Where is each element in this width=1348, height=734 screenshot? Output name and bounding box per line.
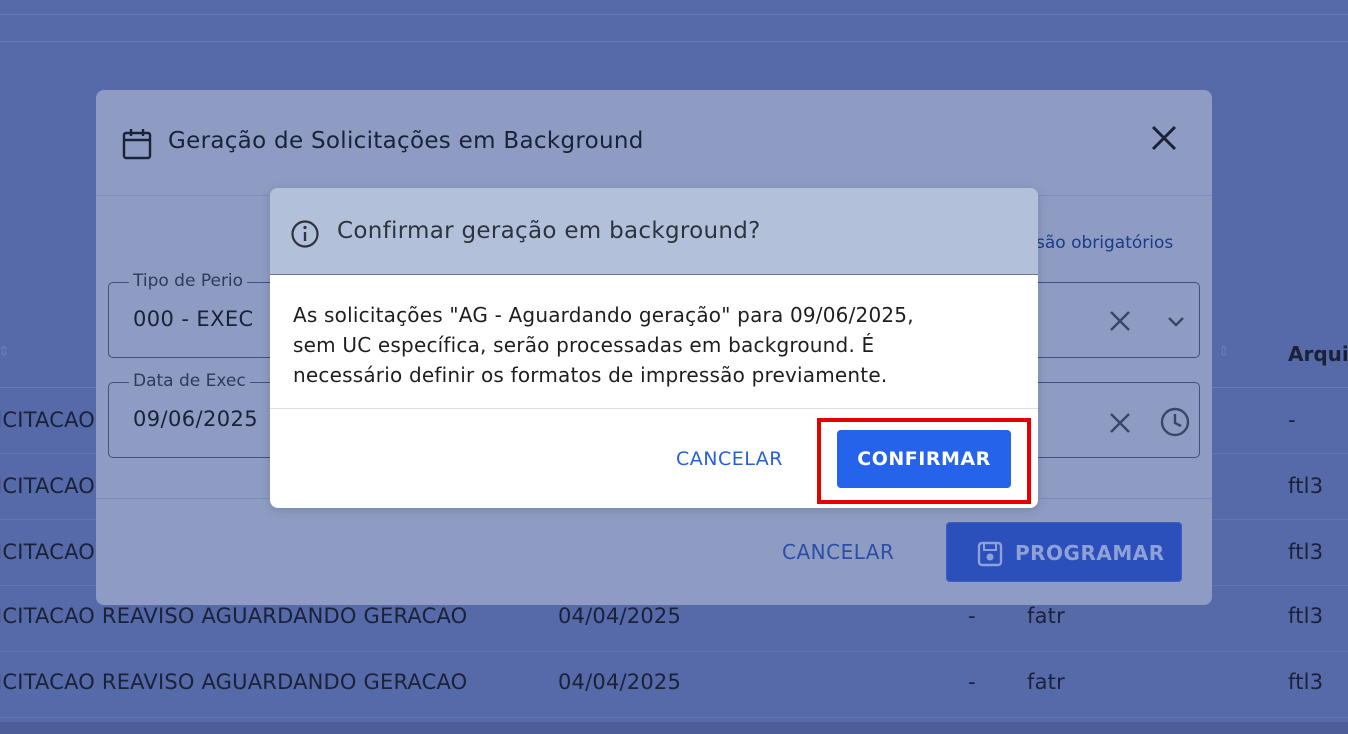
sort-icon[interactable]: ⇕ [1218,344,1230,360]
info-icon [291,220,319,248]
row-date: 04/04/2025 [558,670,682,694]
clock-icon[interactable] [1159,406,1191,438]
execution-date-value: 09/06/2025 [133,407,259,431]
row-file: - [1288,408,1296,432]
row-file: ftl3 [1288,540,1324,564]
row-description: ICITACAO [0,474,96,498]
highlight-annotation [817,418,1031,504]
row-description: ICITACAO [0,540,96,564]
modal-header: Geração de Solicitações em Background [96,90,1212,196]
message-line: necessário definir os formatos de impres… [293,363,888,387]
periodo-type-label: Tipo de Perio [129,271,248,291]
program-button[interactable]: PROGRAMAR [946,522,1182,582]
modal-title: Geração de Solicitações em Background [168,128,644,154]
row-file: ftl3 [1288,604,1324,628]
modal-cancel-button[interactable]: CANCELAR [782,540,894,564]
row-description: ICITACAO REAVISO AGUARDANDO GERACAO [0,604,468,628]
row-description: ICITACAO [0,408,96,432]
bottom-bar [0,722,1348,734]
clear-icon[interactable] [1107,308,1133,334]
table-row[interactable]: ICITACAO REAVISO AGUARDANDO GERACAO 04/0… [0,652,1348,718]
confirm-dialog-header: Confirmar geração em background? [270,188,1038,275]
row-date: 04/04/2025 [558,604,682,628]
message-line: As solicitações "AG - Aguardando geração… [293,303,914,327]
chevron-down-icon[interactable] [1165,310,1187,332]
row-type: fatr [1027,604,1065,628]
program-button-label: PROGRAMAR [1015,541,1165,565]
required-fields-note: são obrigatórios [1036,233,1174,253]
message-line: sem UC específica, serão processadas em … [293,333,875,357]
periodo-type-value: 000 - EXEC [133,307,254,331]
row-file: ftl3 [1288,474,1324,498]
top-bar [0,0,1348,42]
confirm-cancel-button[interactable]: CANCELAR [676,448,783,470]
clear-icon[interactable] [1107,410,1133,436]
confirm-dialog-title: Confirmar geração em background? [337,218,761,244]
row-dash: - [968,604,976,628]
save-icon [977,541,1003,567]
sort-icon[interactable]: ⇕ [0,344,10,360]
close-icon[interactable] [1146,120,1182,156]
column-header-arquivo[interactable]: Arqui [1288,342,1348,366]
confirm-dialog-divider [270,408,1038,409]
row-dash: - [968,670,976,694]
execution-date-label: Data de Exec [129,371,250,391]
row-type: fatr [1027,670,1065,694]
confirm-dialog-message: As solicitações "AG - Aguardando geração… [293,300,1023,390]
row-file: ftl3 [1288,670,1324,694]
calendar-icon [122,129,152,160]
row-description: ICITACAO REAVISO AGUARDANDO GERACAO [0,670,468,694]
